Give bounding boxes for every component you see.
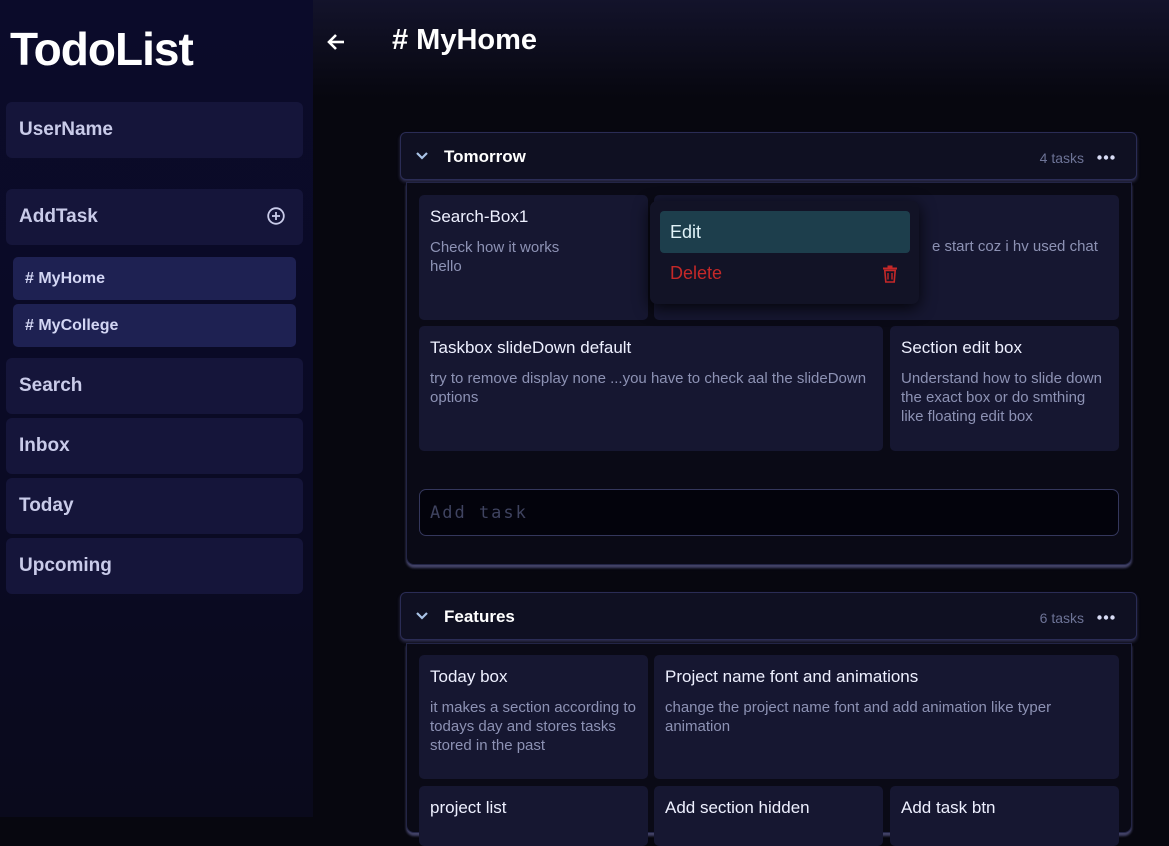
username-box[interactable]: UserName — [6, 102, 303, 158]
sidebar-item-inbox[interactable]: Inbox — [6, 418, 303, 474]
sidebar-item-label: Today — [19, 495, 74, 516]
sidebar-item-label: Inbox — [19, 435, 70, 456]
task-count: 4 tasks — [1039, 150, 1084, 166]
task-card[interactable]: Add section hidden — [654, 786, 883, 846]
task-desc: e start coz i hv used chat — [932, 238, 1098, 255]
username-label: UserName — [19, 119, 113, 140]
task-desc: Understand how to slide down the exact b… — [901, 370, 1102, 425]
chevron-down-icon[interactable] — [415, 611, 429, 621]
more-options-icon[interactable] — [1097, 615, 1115, 620]
task-desc: change the project name font and add ani… — [665, 699, 1052, 735]
task-card[interactable]: Section edit box Understand how to slide… — [890, 326, 1119, 451]
task-card[interactable]: Search-Box1 Check how it works hello — [419, 195, 648, 320]
task-desc: it makes a section according to todays d… — [430, 699, 636, 754]
task-desc: try to remove display none ...you have t… — [430, 370, 867, 406]
sidebar-item-search[interactable]: Search — [6, 358, 303, 414]
section-title: Tomorrow — [444, 147, 526, 166]
edit-label: Edit — [670, 221, 702, 242]
add-task-input[interactable] — [419, 489, 1119, 536]
back-arrow-icon[interactable] — [326, 32, 348, 52]
add-task-label: AddTask — [19, 206, 98, 227]
task-card[interactable]: Project name font and animations change … — [654, 655, 1119, 779]
sidebar-item-mycollege[interactable]: # MyCollege — [13, 304, 296, 347]
page-title: # MyHome — [392, 24, 538, 56]
task-title: project list — [430, 798, 507, 817]
add-task-button[interactable]: AddTask — [6, 189, 303, 245]
task-card[interactable]: Today box it makes a section according t… — [419, 655, 648, 779]
sidebar-item-upcoming[interactable]: Upcoming — [6, 538, 303, 594]
sidebar-item-label: Search — [19, 375, 83, 396]
section-header-features[interactable]: Features 6 tasks — [400, 592, 1137, 640]
chevron-down-icon[interactable] — [415, 151, 429, 161]
task-card[interactable]: Taskbox slideDown default try to remove … — [419, 326, 883, 451]
more-options-icon[interactable] — [1097, 155, 1115, 160]
edit-menu-item[interactable]: Edit — [660, 211, 910, 253]
task-desc: Check how it works hello — [430, 239, 560, 275]
task-title: Add task btn — [901, 798, 996, 817]
sidebar-item-myhome[interactable]: # MyHome — [13, 257, 296, 300]
task-title: Project name font and animations — [665, 667, 919, 686]
task-title: Add section hidden — [665, 798, 810, 817]
plus-circle-icon — [267, 207, 285, 225]
task-card[interactable]: Add task btn — [890, 786, 1119, 846]
section-header-tomorrow[interactable]: Tomorrow 4 tasks — [400, 132, 1137, 180]
task-title: Today box — [430, 667, 508, 686]
section-title: Features — [444, 607, 515, 626]
project-label: # MyCollege — [25, 316, 119, 334]
sidebar-item-today[interactable]: Today — [6, 478, 303, 534]
task-title: Search-Box1 — [430, 207, 529, 226]
task-context-menu: Edit Delete — [650, 201, 919, 304]
sidebar: TodoList UserName AddTask # MyHome # MyC… — [0, 0, 313, 817]
task-title: Section edit box — [901, 338, 1022, 357]
delete-menu-item[interactable]: Delete — [670, 263, 722, 284]
app-logo: TodoList — [10, 23, 194, 75]
task-card[interactable]: project list — [419, 786, 648, 846]
task-title: Taskbox slideDown default — [430, 338, 632, 357]
task-count: 6 tasks — [1039, 610, 1084, 626]
project-label: # MyHome — [25, 269, 106, 287]
sidebar-item-label: Upcoming — [19, 555, 112, 576]
trash-icon[interactable] — [882, 265, 898, 283]
